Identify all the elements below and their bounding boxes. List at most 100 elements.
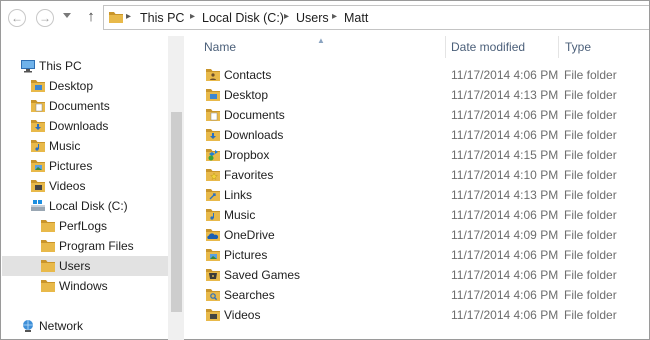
file-row-saved-games[interactable]: Saved Games 11/17/2014 4:06 PM File fold… <box>196 265 648 285</box>
file-row-onedrive[interactable]: OneDrive 11/17/2014 4:09 PM File folder <box>196 225 648 245</box>
downloads-folder-icon <box>206 129 220 141</box>
nav-item-label: Network <box>39 319 84 333</box>
file-type: File folder <box>564 148 617 162</box>
favorites-folder-icon <box>206 169 220 181</box>
file-date-modified: 11/17/2014 4:06 PM <box>451 308 559 322</box>
folder-icon <box>31 100 45 112</box>
nav-item-videos[interactable]: Videos <box>30 176 160 196</box>
file-name: Videos <box>224 308 261 322</box>
onedrive-folder-icon <box>206 229 220 241</box>
forward-arrow-icon[interactable]: → <box>36 9 54 27</box>
column-header-name[interactable]: Name <box>204 40 236 54</box>
breadcrumb-chevron-icon[interactable]: ▸ <box>190 11 195 22</box>
nav-item-music[interactable]: Music <box>30 136 160 156</box>
folder-icon <box>31 140 45 152</box>
nav-item-downloads[interactable]: Downloads <box>30 116 160 136</box>
column-divider[interactable] <box>558 36 559 58</box>
desktop-folder-icon <box>206 89 220 101</box>
music-folder-icon <box>206 209 220 221</box>
file-type: File folder <box>564 168 617 182</box>
folder-icon <box>31 80 45 92</box>
file-type: File folder <box>564 108 617 122</box>
nav-item-perflogs[interactable]: PerfLogs <box>40 216 160 236</box>
computer-icon <box>21 60 35 73</box>
file-name: Pictures <box>224 248 268 262</box>
recent-locations-chevron-icon[interactable] <box>63 13 71 18</box>
breadcrumb-chevron-icon[interactable]: ▸ <box>126 11 131 22</box>
file-name: OneDrive <box>224 228 275 242</box>
navigation-bar: ← → ↑ ▸ This PC ▸ Local Disk (C:) ▸ User… <box>0 0 650 36</box>
file-type: File folder <box>564 128 617 142</box>
folder-icon <box>41 260 55 272</box>
file-date-modified: 11/17/2014 4:06 PM <box>451 208 559 222</box>
drive-icon <box>31 200 45 211</box>
column-divider[interactable] <box>445 36 446 58</box>
nav-item-label: Music <box>49 139 81 153</box>
file-type: File folder <box>564 208 617 222</box>
folder-icon <box>41 220 55 232</box>
up-arrow-icon[interactable]: ↑ <box>84 8 98 26</box>
dropbox-folder-icon <box>206 149 220 161</box>
file-row-links[interactable]: Links 11/17/2014 4:13 PM File folder <box>196 185 648 205</box>
nav-item-program-files[interactable]: Program Files <box>40 236 160 256</box>
nav-item-label: Program Files <box>59 239 134 253</box>
file-row-contacts[interactable]: Contacts 11/17/2014 4:06 PM File folder <box>196 65 648 85</box>
file-date-modified: 11/17/2014 4:10 PM <box>451 168 559 182</box>
folder-icon <box>109 12 123 23</box>
file-date-modified: 11/17/2014 4:06 PM <box>451 288 559 302</box>
network-icon <box>23 320 33 332</box>
nav-item-label: Pictures <box>49 159 93 173</box>
file-row-videos[interactable]: Videos 11/17/2014 4:06 PM File folder <box>196 305 648 325</box>
file-row-desktop[interactable]: Desktop 11/17/2014 4:13 PM File folder <box>196 85 648 105</box>
file-name: Searches <box>224 288 275 302</box>
breadcrumb-matt[interactable]: Matt <box>344 11 368 25</box>
folder-icon <box>31 120 45 132</box>
nav-item-label: PerfLogs <box>59 219 108 233</box>
file-row-documents[interactable]: Documents 11/17/2014 4:06 PM File folder <box>196 105 648 125</box>
file-name: Downloads <box>224 128 284 142</box>
file-date-modified: 11/17/2014 4:06 PM <box>451 268 559 282</box>
breadcrumb-this-pc[interactable]: This PC <box>140 11 184 25</box>
folder-icon <box>31 160 45 172</box>
saved-games-folder-icon <box>206 269 220 281</box>
file-type: File folder <box>564 188 617 202</box>
searches-folder-icon <box>206 289 220 301</box>
column-header-date-modified[interactable]: Date modified <box>451 40 525 54</box>
address-bar[interactable]: ▸ This PC ▸ Local Disk (C:) ▸ Users ▸ Ma… <box>103 5 649 30</box>
breadcrumb-chevron-icon[interactable]: ▸ <box>332 11 337 22</box>
nav-item-pictures[interactable]: Pictures <box>30 156 160 176</box>
file-date-modified: 11/17/2014 4:09 PM <box>451 228 559 242</box>
file-row-dropbox[interactable]: Dropbox 11/17/2014 4:15 PM File folder <box>196 145 648 165</box>
file-type: File folder <box>564 88 617 102</box>
nav-item-label: Local Disk (C:) <box>49 199 128 213</box>
file-date-modified: 11/17/2014 4:06 PM <box>451 108 559 122</box>
nav-item-network[interactable]: Network <box>20 316 160 336</box>
file-type: File folder <box>564 288 617 302</box>
breadcrumb-chevron-icon[interactable]: ▸ <box>284 11 289 22</box>
nav-item-windows[interactable]: Windows <box>40 276 160 296</box>
back-arrow-icon[interactable]: ← <box>8 9 26 27</box>
file-row-favorites[interactable]: Favorites 11/17/2014 4:10 PM File folder <box>196 165 648 185</box>
file-row-searches[interactable]: Searches 11/17/2014 4:06 PM File folder <box>196 285 648 305</box>
folder-icon <box>31 180 45 192</box>
nav-item-desktop[interactable]: Desktop <box>30 76 160 96</box>
file-type: File folder <box>564 268 617 282</box>
navigation-pane: This PC Desktop Documents Downloads Musi… <box>0 36 168 340</box>
file-row-pictures[interactable]: Pictures 11/17/2014 4:06 PM File folder <box>196 245 648 265</box>
column-header-type[interactable]: Type <box>565 40 591 54</box>
nav-item-documents[interactable]: Documents <box>30 96 160 116</box>
nav-item-users[interactable]: Users <box>2 256 168 276</box>
nav-item-this-pc[interactable]: This PC <box>20 56 160 76</box>
contacts-folder-icon <box>206 69 220 81</box>
file-row-music[interactable]: Music 11/17/2014 4:06 PM File folder <box>196 205 648 225</box>
nav-pane-scrollbar-thumb[interactable] <box>171 112 182 312</box>
breadcrumb-local-disk[interactable]: Local Disk (C:) <box>202 11 284 25</box>
file-type: File folder <box>564 68 617 82</box>
nav-item-label: Desktop <box>49 79 94 93</box>
file-type: File folder <box>564 228 617 242</box>
file-date-modified: 11/17/2014 4:15 PM <box>451 148 559 162</box>
videos-folder-icon <box>206 309 220 321</box>
file-row-downloads[interactable]: Downloads 11/17/2014 4:06 PM File folder <box>196 125 648 145</box>
nav-item-local-disk[interactable]: Local Disk (C:) <box>30 196 160 216</box>
breadcrumb-users[interactable]: Users <box>296 11 329 25</box>
